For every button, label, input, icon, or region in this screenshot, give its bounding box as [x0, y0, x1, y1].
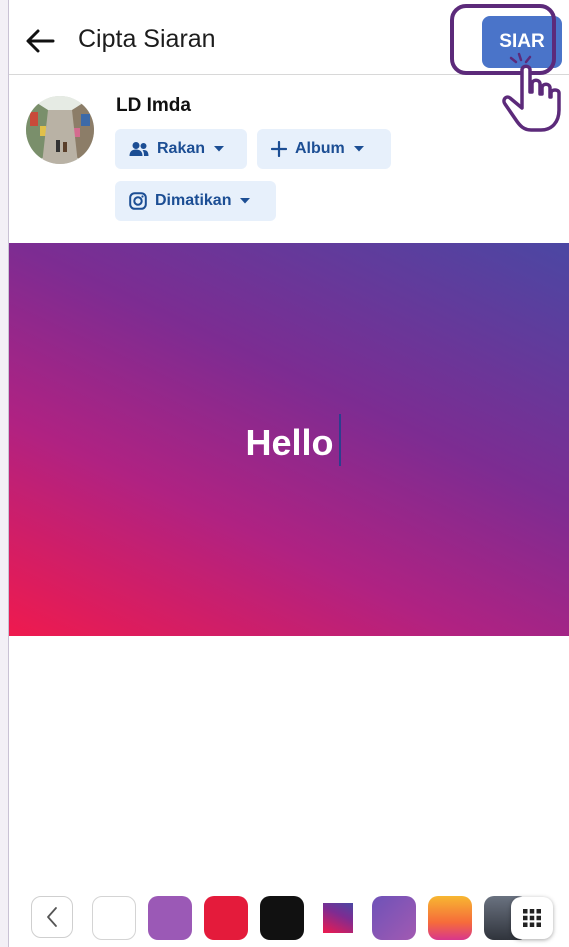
grid-icon: [523, 909, 541, 927]
plus-icon: [271, 141, 287, 157]
create-post-screen: Cipta Siaran SIAR LD Imda Rakan Album Di…: [8, 0, 569, 947]
swatch-black[interactable]: [260, 896, 304, 940]
audience-selector[interactable]: Rakan: [115, 129, 247, 169]
swatch-gradient-square[interactable]: [316, 896, 360, 940]
back-button[interactable]: [21, 22, 59, 60]
more-backgrounds-button[interactable]: [511, 897, 553, 939]
post-text[interactable]: Hello: [9, 421, 569, 464]
instagram-label: Dimatikan: [155, 192, 232, 209]
caret-down-icon: [240, 198, 251, 204]
swatch-violet[interactable]: [372, 896, 416, 940]
chevron-left-icon: [47, 907, 57, 927]
audience-label: Rakan: [157, 140, 206, 157]
album-label: Album: [295, 140, 345, 157]
swatch-orange-gradient[interactable]: [428, 896, 472, 940]
background-palette: [9, 892, 569, 947]
pointer-hand-icon: [502, 52, 561, 132]
back-arrow-icon: [26, 29, 55, 53]
caret-down-icon: [353, 146, 364, 152]
page-title: Cipta Siaran: [78, 25, 216, 53]
user-name: LD Imda: [116, 95, 191, 116]
caret-down-icon: [214, 146, 225, 152]
avatar[interactable]: [26, 96, 94, 164]
instagram-share-selector[interactable]: Dimatikan: [115, 181, 276, 221]
instagram-icon: [129, 192, 147, 210]
post-text-canvas[interactable]: Hello: [9, 243, 569, 636]
swatch-white[interactable]: [92, 896, 136, 940]
palette-back-button[interactable]: [31, 896, 73, 938]
swatch-red[interactable]: [204, 896, 248, 940]
swatch-purple[interactable]: [148, 896, 192, 940]
album-selector[interactable]: Album: [257, 129, 391, 169]
friends-icon: [129, 142, 149, 156]
text-cursor: [339, 414, 341, 466]
